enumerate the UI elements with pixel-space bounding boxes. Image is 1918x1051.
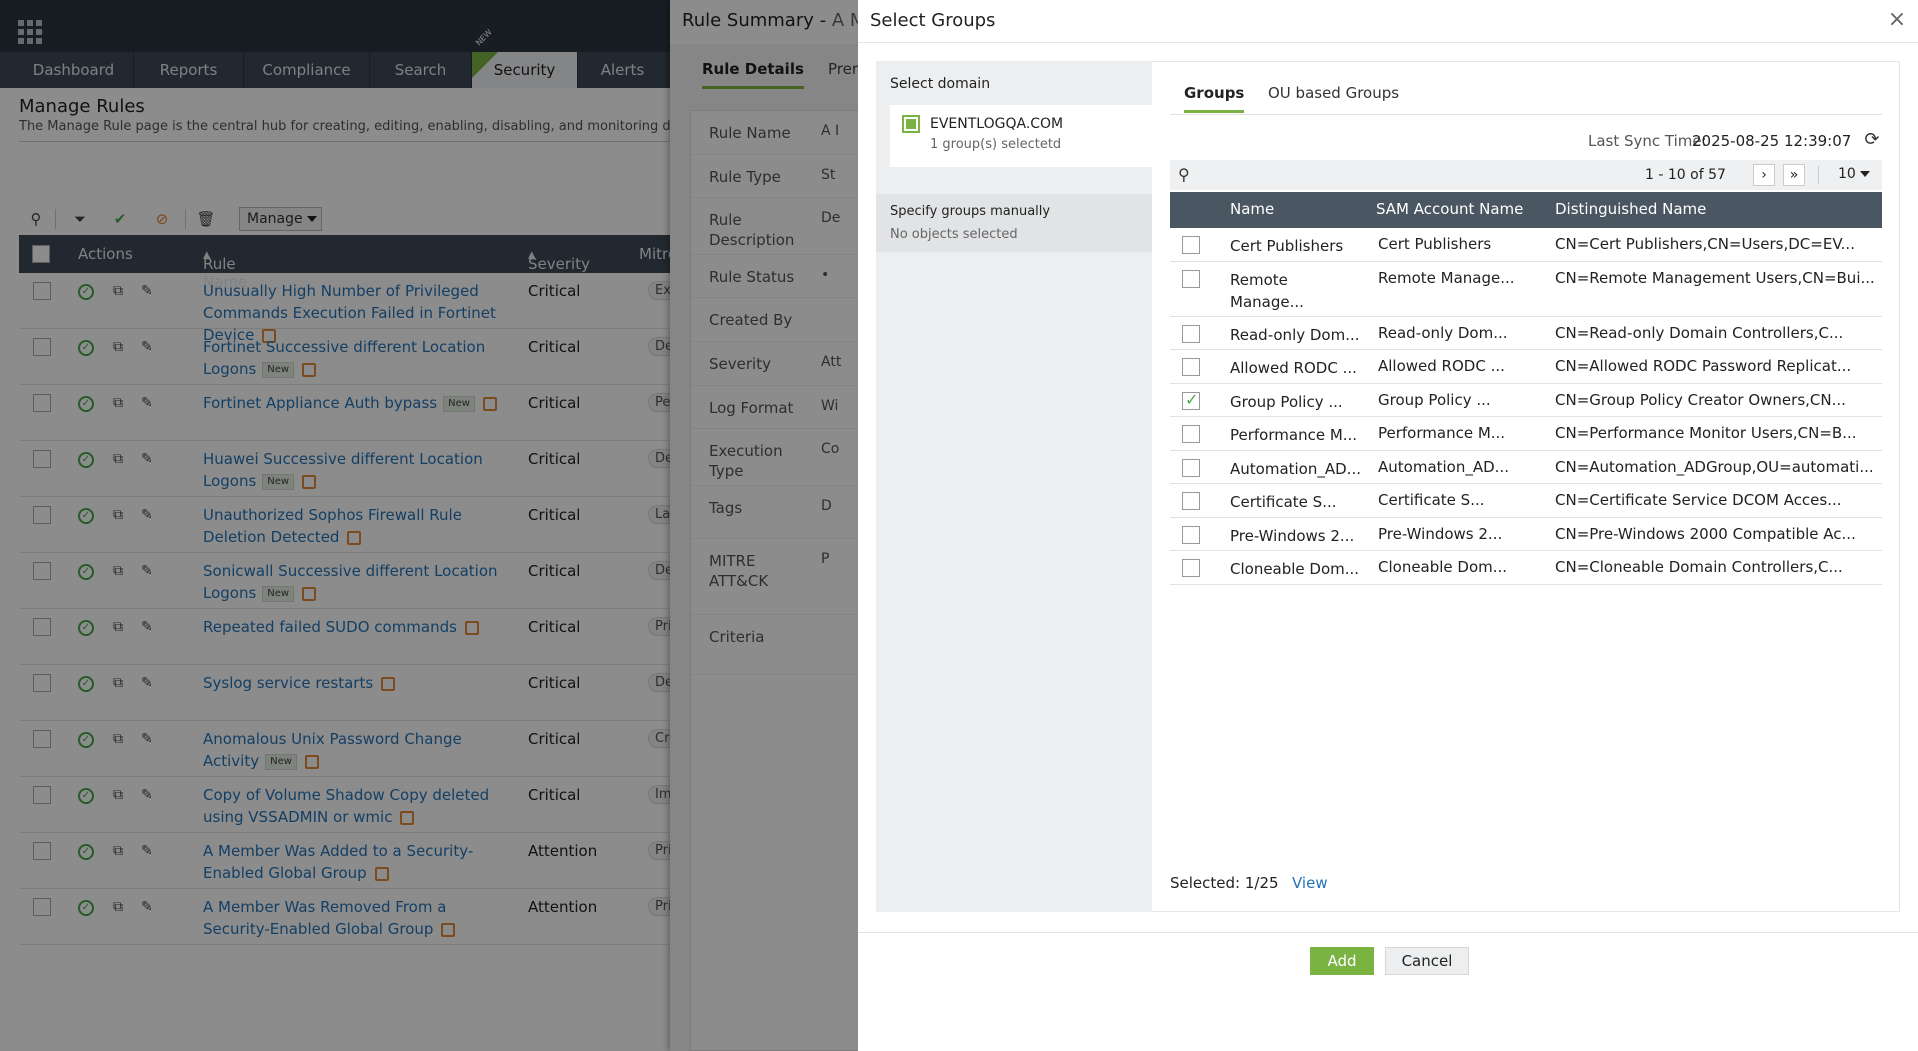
group-name: Allowed RODC ... <box>1230 359 1357 377</box>
group-sam-name: Certificate S... <box>1378 491 1485 509</box>
group-distinguished-name: CN=Certificate Service DCOM Acces... <box>1555 491 1842 509</box>
chevron-down-icon <box>1859 171 1870 177</box>
domain-name: EVENTLOGQA.COM <box>930 116 1064 132</box>
group-name: Performance M... <box>1230 426 1358 444</box>
group-checkbox[interactable] <box>1182 390 1200 410</box>
tab-ou-based-groups[interactable]: OU based Groups <box>1268 84 1399 102</box>
group-sam-name: Cloneable Dom... <box>1378 558 1508 576</box>
search-icon[interactable]: ⚲ <box>1178 165 1190 184</box>
group-sam-name: Automation_AD... <box>1378 457 1509 476</box>
divider <box>1818 166 1819 184</box>
table-row[interactable]: Remote Manage... Remote Manage... CN=Remot… <box>1170 262 1882 317</box>
select-groups-dialog: Select Groups × Select domain EVENTLOGQA… <box>858 0 1918 1051</box>
group-checkbox[interactable] <box>1182 425 1200 443</box>
group-sam-name: Allowed RODC ... <box>1378 357 1505 375</box>
manual-subtitle: No objects selected <box>890 227 1018 242</box>
group-checkbox[interactable] <box>1182 559 1200 577</box>
close-icon[interactable]: × <box>1886 9 1908 31</box>
group-checkbox[interactable] <box>1182 492 1200 510</box>
page-size-dropdown[interactable]: 10 <box>1838 166 1870 182</box>
tab-groups[interactable]: Groups <box>1184 84 1245 113</box>
table-row[interactable]: Cert Publishers Cert Publishers CN=Cert Pu… <box>1170 228 1882 262</box>
group-checkbox[interactable] <box>1182 358 1200 376</box>
group-checkbox[interactable] <box>1182 525 1200 544</box>
select-domain-label: Select domain <box>890 76 991 92</box>
col-name[interactable]: Name <box>1230 200 1274 218</box>
manual-title: Specify groups manually <box>890 204 1051 219</box>
group-sam-name: Cert Publishers <box>1378 235 1492 253</box>
table-row[interactable]: Performance M... Performance M... CN=Perfo… <box>1170 417 1882 451</box>
table-row[interactable]: Read-only Dom... Read-only Dom... CN=Read-… <box>1170 317 1882 350</box>
table-row[interactable]: Cloneable Dom... Cloneable Dom... CN=Clone… <box>1170 551 1882 585</box>
domain-checkbox[interactable] <box>902 115 920 133</box>
group-distinguished-name: CN=Read-only Domain Controllers,C... <box>1555 323 1844 342</box>
group-distinguished-name: CN=Automation_ADGroup,OU=automati... <box>1555 457 1874 476</box>
group-name: Group Policy ... <box>1230 392 1343 411</box>
table-row[interactable]: Certificate S... Certificate S... CN=Certi… <box>1170 484 1882 518</box>
group-sam-name: Performance M... <box>1378 424 1506 442</box>
group-name: Cloneable Dom... <box>1230 560 1360 578</box>
view-selected-link[interactable]: View <box>1292 874 1328 892</box>
group-name: Read-only Dom... <box>1230 325 1360 344</box>
group-name: Cert Publishers <box>1230 237 1344 255</box>
group-distinguished-name: CN=Allowed RODC Password Replicat... <box>1555 357 1852 375</box>
group-distinguished-name: CN=Remote Management Users,CN=Bui... <box>1555 268 1875 287</box>
table-row[interactable]: Allowed RODC ... Allowed RODC ... CN=Allow… <box>1170 350 1882 384</box>
specify-groups-manually[interactable]: Specify groups manually No objects selec… <box>876 194 1152 252</box>
group-sam-name: Read-only Dom... <box>1378 323 1508 342</box>
table-row[interactable]: Group Policy ... Group Policy ... CN=Group… <box>1170 384 1882 417</box>
group-sam-name: Group Policy ... <box>1378 390 1491 409</box>
group-distinguished-name: CN=Group Policy Creator Owners,CN... <box>1555 390 1846 409</box>
add-button[interactable]: Add <box>1310 947 1374 975</box>
table-row[interactable]: Pre-Windows 2... Pre-Windows 2... CN=Pre-W… <box>1170 518 1882 551</box>
group-name: Pre-Windows 2... <box>1230 526 1355 545</box>
divider <box>1170 114 1882 115</box>
domain-selected-count: 1 group(s) selectetd <box>930 137 1062 152</box>
group-distinguished-name: CN=Performance Monitor Users,CN=B... <box>1555 424 1857 442</box>
group-distinguished-name: CN=Cert Publishers,CN=Users,DC=EV... <box>1555 235 1855 253</box>
groups-table-body: Cert Publishers Cert Publishers CN=Cert Pu… <box>1170 228 1882 585</box>
group-sam-name: Pre-Windows 2... <box>1378 524 1503 543</box>
col-sam-account-name[interactable]: SAM Account Name <box>1376 200 1523 218</box>
group-name: Automation_AD... <box>1230 459 1361 478</box>
next-page-button[interactable]: › <box>1753 164 1775 186</box>
groups-pane: Groups OU based Groups Last Sync Time: 2… <box>1152 61 1900 912</box>
group-name: Remote Manage... <box>1230 270 1304 311</box>
domain-pane: Select domain EVENTLOGQA.COM 1 group(s) … <box>876 61 1152 912</box>
dialog-title: Select Groups <box>870 10 996 31</box>
cancel-button[interactable]: Cancel <box>1385 947 1469 975</box>
group-name: Certificate S... <box>1230 493 1337 511</box>
group-checkbox[interactable] <box>1182 458 1200 477</box>
table-row[interactable]: Automation_AD... Automation_AD... CN=Autom… <box>1170 451 1882 484</box>
selected-count: Selected: 1/25 <box>1170 874 1279 892</box>
group-checkbox[interactable] <box>1182 324 1200 343</box>
divider <box>858 932 1918 933</box>
domain-item[interactable]: EVENTLOGQA.COM 1 group(s) selectetd <box>890 105 1152 167</box>
pager-range: 1 - 10 of 57 <box>1645 167 1726 183</box>
col-distinguished-name[interactable]: Distinguished Name <box>1555 200 1706 218</box>
group-checkbox[interactable] <box>1182 236 1200 254</box>
group-checkbox[interactable] <box>1182 269 1200 288</box>
refresh-icon[interactable]: ⟳ <box>1862 130 1882 150</box>
group-distinguished-name: CN=Cloneable Domain Controllers,C... <box>1555 558 1843 576</box>
grid-toolbar: ⚲ 1 - 10 of 57 › » 10 <box>1170 160 1882 190</box>
sync-time-value: 2025-08-25 12:39:07 <box>1692 132 1852 150</box>
sync-time-label: Last Sync Time: <box>1588 132 1707 150</box>
group-sam-name: Remote Manage... <box>1378 268 1515 287</box>
groups-table-header: Name SAM Account Name Distinguished Name <box>1170 192 1882 228</box>
group-distinguished-name: CN=Pre-Windows 2000 Compatible Ac... <box>1555 524 1856 543</box>
divider <box>858 42 1918 43</box>
last-page-button[interactable]: » <box>1783 164 1805 186</box>
